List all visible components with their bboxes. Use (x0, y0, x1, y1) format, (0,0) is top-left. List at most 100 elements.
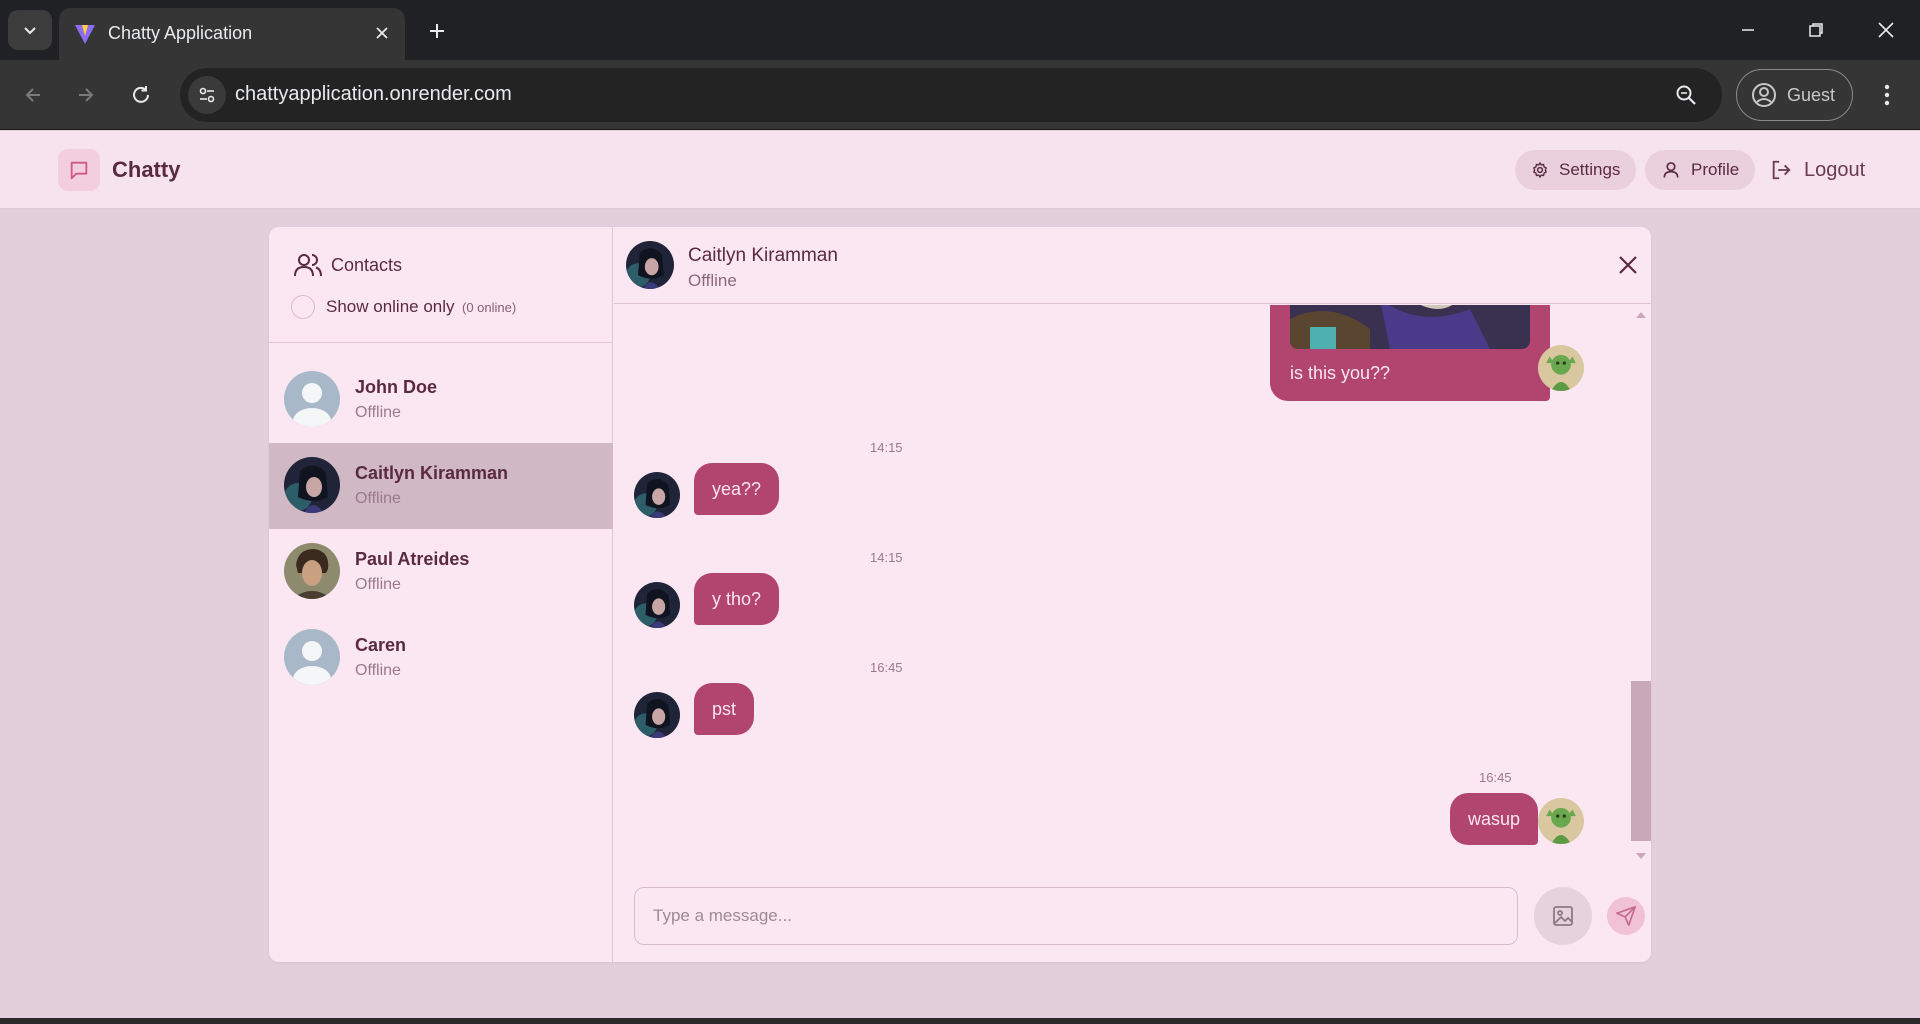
message-time: 16:45 (1479, 770, 1512, 785)
site-info-button[interactable] (188, 76, 226, 114)
new-tab-button[interactable] (420, 14, 454, 48)
chat-area: Caitlyn Kiramman Offline is this you?? 1… (614, 227, 1651, 962)
contact-item-caren[interactable]: Caren Offline (269, 615, 613, 701)
more-vertical-icon (1884, 84, 1890, 106)
online-count: (0 online) (462, 300, 517, 315)
message-bubble: y tho? (694, 573, 780, 625)
image-icon (1553, 906, 1573, 926)
zoom-icon[interactable] (1672, 81, 1700, 109)
close-icon (1619, 256, 1637, 274)
contact-name: Caitlyn Kiramman (355, 463, 509, 483)
tab-title: Chatty Application (108, 23, 253, 43)
settings-button[interactable]: Settings (1515, 150, 1637, 190)
contact-status: Offline (355, 490, 401, 507)
chevron-down-icon (24, 27, 36, 35)
message-text: is this you?? (1290, 363, 1391, 383)
contact-item-paul-atreides[interactable]: Paul Atreides Offline (269, 529, 613, 615)
user-icon (1663, 162, 1679, 178)
message-input[interactable] (634, 887, 1518, 945)
chat-header: Caitlyn Kiramman Offline (614, 227, 1651, 304)
logo[interactable] (58, 149, 100, 191)
avatar (1538, 798, 1584, 844)
logout-icon (1772, 160, 1791, 180)
minimize-icon (1742, 29, 1754, 31)
tune-icon (199, 87, 215, 103)
send-button[interactable] (1607, 897, 1645, 935)
scroll-up-arrow[interactable] (1636, 312, 1646, 318)
avatar (1538, 345, 1584, 391)
avatar (284, 543, 340, 599)
message-text: wasup (1468, 808, 1521, 829)
message-list: is this you?? 14:15 yea?? 14:15 y tho? 1… (614, 305, 1651, 865)
contact-status: Offline (355, 404, 401, 421)
chat-contact-status: Offline (688, 271, 737, 290)
contact-status: Offline (355, 662, 401, 679)
message-time: 14:15 (870, 440, 903, 455)
contact-item-caitlyn-kiramman[interactable]: Caitlyn Kiramman Offline (269, 443, 613, 529)
browser-menu-button[interactable] (1870, 76, 1904, 114)
avatar (634, 582, 680, 628)
users-icon (294, 254, 322, 277)
show-online-checkbox[interactable] (291, 295, 315, 319)
contact-name: Caren (355, 635, 407, 655)
minimize-button[interactable] (1720, 8, 1776, 52)
app-name[interactable]: Chatty (112, 157, 180, 183)
browser-profile-label: Guest (1787, 84, 1836, 105)
message-text: y tho? (712, 588, 762, 609)
message-bubble: wasup (1450, 793, 1539, 845)
reload-button[interactable] (122, 76, 160, 114)
tab-search-button[interactable] (8, 10, 52, 50)
contact-status: Offline (355, 576, 401, 593)
contact-name: John Doe (355, 377, 438, 397)
restore-button[interactable] (1788, 8, 1844, 52)
logout-button[interactable]: Logout (1770, 150, 1865, 190)
message-bubble: yea?? (694, 463, 780, 515)
message-square-icon (70, 161, 88, 180)
scroll-down-arrow[interactable] (1636, 853, 1646, 859)
arrow-left-icon (25, 88, 40, 102)
close-icon (1878, 22, 1894, 38)
message-scrollbar[interactable] (1631, 312, 1651, 862)
bottom-edge (0, 1018, 1920, 1024)
forward-button[interactable] (67, 76, 105, 114)
avatar (634, 692, 680, 738)
avatar (626, 241, 674, 289)
avatar (634, 472, 680, 518)
close-chat-button[interactable] (1614, 251, 1642, 279)
message-bubble: pst (694, 683, 755, 735)
message-image[interactable] (1290, 305, 1530, 349)
close-window-button[interactable] (1858, 8, 1914, 52)
address-bar[interactable]: chattyapplication.onrender.com (180, 68, 1722, 122)
account-circle-icon (1752, 83, 1776, 107)
contact-name: Paul Atreides (355, 549, 470, 569)
message-text: yea?? (712, 478, 762, 499)
settings-label: Settings (1559, 160, 1621, 179)
chat-contact-name: Caitlyn Kiramman (688, 245, 838, 266)
browser-tab[interactable]: Chatty Application (59, 8, 405, 60)
chat-panel: Contacts Show online only (0 online) Joh… (269, 227, 1651, 962)
show-online-label[interactable]: Show online only (326, 297, 455, 317)
contacts-header: Contacts Show online only (0 online) (269, 227, 613, 343)
attach-image-button[interactable] (1534, 887, 1592, 945)
message-time: 14:15 (870, 550, 903, 565)
vite-logo-icon (75, 25, 95, 44)
profile-button[interactable]: Profile (1645, 150, 1756, 190)
reload-icon (133, 86, 149, 103)
contacts-title: Contacts (331, 255, 403, 275)
close-tab-icon[interactable] (369, 20, 395, 46)
avatar (284, 371, 340, 427)
message-bubble-image: is this you?? (1270, 305, 1550, 401)
browser-toolbar: chattyapplication.onrender.com Guest (0, 60, 1920, 130)
back-button[interactable] (14, 76, 52, 114)
app-header: Chatty Settings Profile Logout (0, 131, 1920, 209)
browser-profile-button[interactable]: Guest (1736, 69, 1853, 121)
profile-label: Profile (1691, 160, 1740, 179)
url-text[interactable]: chattyapplication.onrender.com (235, 83, 512, 106)
logout-label: Logout (1804, 158, 1866, 181)
plus-icon (430, 24, 444, 38)
scroll-thumb[interactable] (1631, 681, 1651, 841)
contact-item-john-doe[interactable]: John Doe Offline (269, 357, 613, 443)
avatar (284, 457, 340, 513)
gear-icon (1533, 162, 1547, 178)
restore-icon (1809, 23, 1823, 37)
